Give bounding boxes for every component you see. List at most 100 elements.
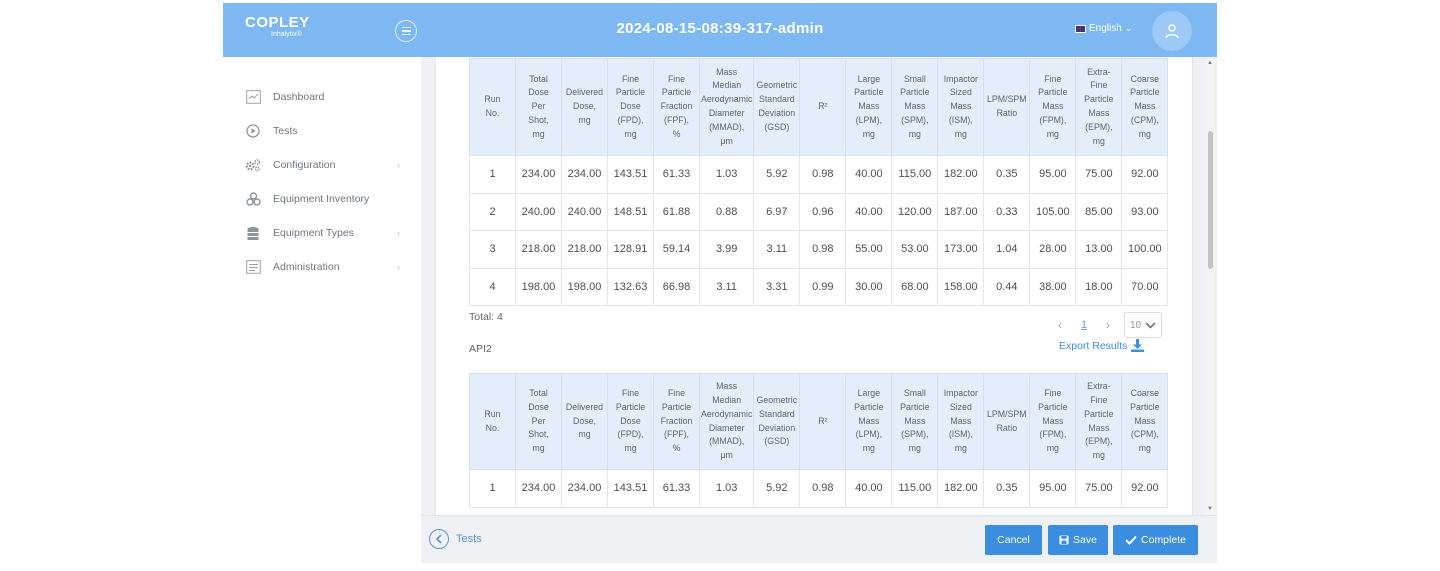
table-cell: 92.00 (1121, 469, 1169, 508)
column-header-line: Small (903, 388, 926, 398)
table-cell: 61.88 (653, 192, 700, 231)
column-header-line: Median (712, 394, 742, 405)
column-header-line: Mass (950, 415, 972, 426)
column-header-line: Shot, (528, 114, 549, 125)
sidebar-item-label: Administration (273, 261, 340, 273)
column-header-line: mg (1138, 128, 1151, 139)
sidebar-item-label: Equipment Inventory (273, 193, 370, 205)
table-cell: 66.98 (653, 267, 700, 306)
column-header-line: Fine (621, 73, 640, 84)
table-cell: 61.33 (653, 469, 700, 508)
column-header-line: mg (578, 114, 591, 125)
column-header-line: Particle (900, 401, 930, 412)
sidebar-item-configuration[interactable]: Configuration › (245, 155, 400, 175)
table-cell: 28.00 (1029, 230, 1077, 269)
column-header-line: Small (903, 73, 926, 84)
column-header-line: Mass (716, 66, 738, 77)
back-arrow-icon (429, 529, 449, 549)
table-cell: 120.00 (891, 192, 939, 231)
column-header: Run No. (469, 58, 516, 156)
column-header-line: Large (857, 388, 881, 398)
column-header-line: Extra- (1087, 381, 1111, 392)
sidebar-item-tests[interactable]: Tests (245, 121, 400, 141)
table-cell: 198.00 (515, 267, 562, 306)
table-cell: 148.51 (607, 192, 654, 231)
table-cell: 93.00 (1121, 192, 1169, 231)
column-header-line: Deviation (758, 422, 796, 433)
column-header-line: Mass (1088, 422, 1110, 433)
save-button[interactable]: Save (1048, 525, 1108, 555)
prev-page-icon[interactable]: ‹ (1048, 318, 1072, 332)
table-cell: 13.00 (1075, 230, 1123, 269)
column-header-line: (FPM), (1039, 114, 1067, 125)
scroll-up-icon[interactable]: ▲ (1207, 60, 1213, 66)
sidebar-item-administration[interactable]: Administration › (245, 257, 400, 277)
column-header-line: μm (720, 135, 733, 146)
results-panel[interactable]: Run No. Total Dose Per Shot, mg Delivered Dose, m… (435, 57, 1193, 515)
column-header-line: Coarse (1130, 73, 1160, 84)
column-header-line: mg (954, 128, 967, 139)
table-cell: 182.00 (937, 155, 985, 194)
chevron-right-icon: › (397, 228, 400, 238)
column-header-line: Per (531, 101, 546, 112)
next-page-icon[interactable]: › (1096, 318, 1120, 332)
column-header: Large Particle Mass (LPM), mg (845, 373, 893, 470)
column-header-line: Shot, (528, 429, 549, 440)
back-to-tests-link[interactable]: Tests (429, 529, 482, 549)
results-table: Run No. Total Dose Per Shot, mg Delivered Dose, m… (469, 373, 1169, 508)
table-cell: 100.00 (1121, 230, 1169, 269)
column-header-line: Fine (1044, 388, 1062, 398)
column-header-line: Standard (758, 94, 795, 105)
table-cell: 1.03 (698, 469, 755, 508)
column-header-line: Ratio (996, 422, 1018, 433)
page-number[interactable]: 1 (1072, 319, 1096, 331)
column-header-line: (EPM), (1085, 121, 1113, 132)
column-header: Fine Particle Dose (FPD), mg (607, 58, 654, 156)
column-header-line: Particle (854, 87, 884, 98)
export-results-link[interactable]: Export Results (1059, 339, 1145, 352)
table-cell: 1 (469, 469, 516, 508)
column-header-line: (ISM), (948, 429, 973, 440)
column-header-line: (CPM), (1130, 114, 1159, 125)
column-header-line: Run (484, 408, 501, 419)
export-label: Export Results (1059, 339, 1128, 352)
sidebar-item-equipment-types[interactable]: Equipment Types › (245, 223, 400, 243)
column-header-line: Particle (615, 87, 646, 98)
back-label: Tests (456, 533, 482, 545)
page-size-select[interactable]: 10 (1124, 312, 1162, 338)
column-header-line: Mass (716, 381, 738, 392)
stack-icon (245, 225, 261, 241)
language-selector[interactable]: English ⌄ (1075, 23, 1132, 34)
table-cell: 128.91 (607, 230, 654, 269)
cancel-button[interactable]: Cancel (985, 525, 1042, 555)
column-header-line: Geometric (756, 394, 798, 405)
column-header-line: Fine (1090, 394, 1108, 405)
column-header-line: Total (529, 388, 548, 398)
column-header-line: Ratio (996, 108, 1018, 118)
complete-button[interactable]: Complete (1113, 525, 1198, 555)
save-label: Save (1073, 534, 1097, 546)
table-cell: 158.00 (937, 267, 985, 306)
column-header-line: Mass (1134, 101, 1156, 112)
column-header-line: mg (862, 128, 875, 139)
sidebar-item-equipment-inventory[interactable]: Equipment Inventory (245, 189, 400, 209)
scrollbar[interactable]: ▲ ▼ (1206, 59, 1215, 515)
sidebar-item-dashboard[interactable]: Dashboard (245, 87, 400, 107)
table-row: 4 198.00 198.00 132.63 66.98 3.11 3.31 0.99 30.0… (469, 267, 1169, 306)
column-header-line: Particle (615, 401, 646, 412)
column-header-line: Impactor (943, 73, 978, 84)
table-cell: 1.04 (983, 230, 1031, 269)
column-header-line: Sized (949, 87, 972, 98)
column-header-line: Dose (620, 101, 641, 112)
top-bar: COPLEY Inhalytix® 2024-08-15-08:39-317-a… (223, 3, 1217, 57)
user-avatar[interactable] (1152, 11, 1192, 51)
scrollbar-thumb[interactable] (1208, 131, 1213, 269)
table-cell: 3.99 (698, 230, 755, 269)
scroll-down-icon[interactable]: ▼ (1207, 506, 1213, 512)
column-header-line: (GSD) (764, 121, 790, 132)
column-header-line: Dose (620, 415, 641, 426)
column-header-line: mg (624, 128, 637, 139)
user-icon (1165, 24, 1179, 39)
table-cell: 0.98 (799, 469, 847, 508)
column-header-line: mg (578, 429, 591, 440)
